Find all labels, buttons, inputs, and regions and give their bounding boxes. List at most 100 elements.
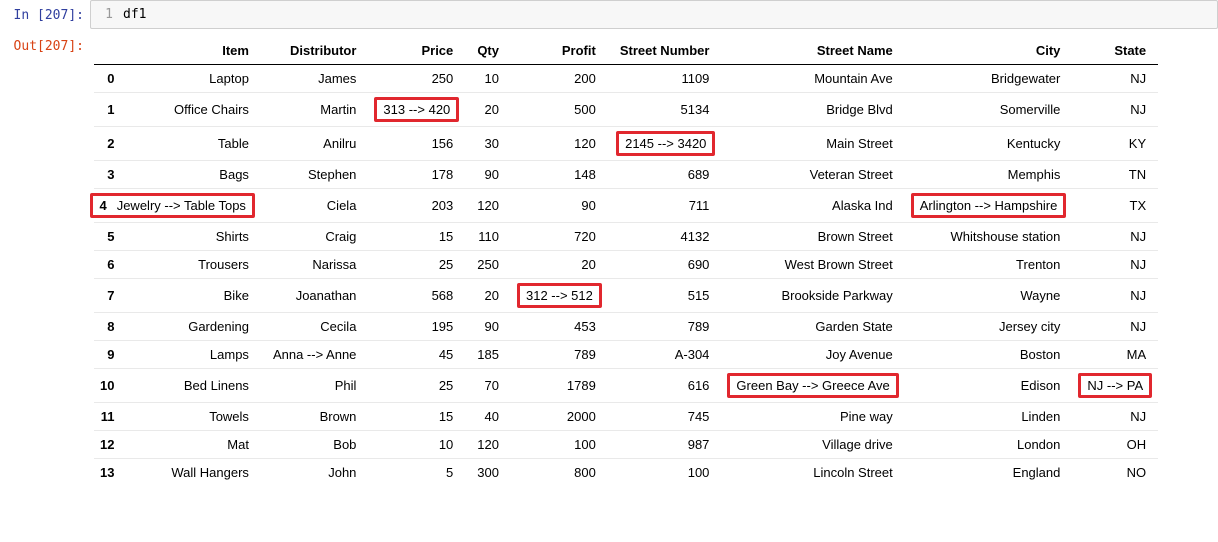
cell-distributor: Anna --> Anne <box>261 341 368 369</box>
cell-city: Kentucky <box>905 127 1073 161</box>
cell-item: Trousers <box>126 251 260 279</box>
cell-profit: 200 <box>511 65 608 93</box>
cell-state: NJ --> PA <box>1072 369 1158 403</box>
dataframe-table: ItemDistributorPriceQtyProfitStreet Numb… <box>94 37 1158 486</box>
cell-item: Laptop <box>126 65 260 93</box>
cell-street-number: 4132 <box>608 223 722 251</box>
cell-state: NJ <box>1072 313 1158 341</box>
col-header: Distributor <box>261 37 368 65</box>
cell-qty: 90 <box>465 161 511 189</box>
cell-state: OH <box>1072 431 1158 459</box>
cell-qty: 70 <box>465 369 511 403</box>
col-header: Street Name <box>721 37 904 65</box>
cell-street-number: 690 <box>608 251 722 279</box>
cell-price: 25 <box>368 369 465 403</box>
cell-price: 15 <box>368 223 465 251</box>
cell-item: 4Jewelry --> Table Tops <box>126 189 260 223</box>
row-index: 13 <box>94 459 126 487</box>
cell-item: Shirts <box>126 223 260 251</box>
code-text[interactable]: df1 <box>123 7 146 22</box>
cell-distributor: Cecila <box>261 313 368 341</box>
col-header: City <box>905 37 1073 65</box>
cell-state: MA <box>1072 341 1158 369</box>
table-head: ItemDistributorPriceQtyProfitStreet Numb… <box>94 37 1158 65</box>
cell-item: Bags <box>126 161 260 189</box>
cell-qty: 10 <box>465 65 511 93</box>
output-row: Out[207]: ItemDistributorPriceQtyProfitS… <box>0 31 1218 486</box>
code-cell[interactable]: 1 df1 <box>90 0 1218 29</box>
cell-qty: 185 <box>465 341 511 369</box>
col-header: Profit <box>511 37 608 65</box>
table-row: 2TableAnilru156301202145 --> 3420Main St… <box>94 127 1158 161</box>
cell-distributor: Brown <box>261 403 368 431</box>
cell-qty: 300 <box>465 459 511 487</box>
cell-item: Gardening <box>126 313 260 341</box>
cell-profit: 90 <box>511 189 608 223</box>
cell-state: NJ <box>1072 65 1158 93</box>
table-row: 3BagsStephen17890148689Veteran StreetMem… <box>94 161 1158 189</box>
cell-profit: 720 <box>511 223 608 251</box>
cell-distributor: Stephen <box>261 161 368 189</box>
cell-street-name: Alaska Ind <box>721 189 904 223</box>
col-header: Qty <box>465 37 511 65</box>
output-area: ItemDistributorPriceQtyProfitStreet Numb… <box>90 31 1218 486</box>
cell-profit: 20 <box>511 251 608 279</box>
table-row: 5ShirtsCraig151107204132Brown StreetWhit… <box>94 223 1158 251</box>
cell-item: Table <box>126 127 260 161</box>
row-index: 11 <box>94 403 126 431</box>
col-header: Price <box>368 37 465 65</box>
cell-street-name: Green Bay --> Greece Ave <box>721 369 904 403</box>
cell-price: 45 <box>368 341 465 369</box>
cell-price: 250 <box>368 65 465 93</box>
out-prompt: Out[207]: <box>0 31 90 62</box>
cell-item: Bed Linens <box>126 369 260 403</box>
cell-qty: 120 <box>465 189 511 223</box>
cell-distributor: Narissa <box>261 251 368 279</box>
row-index: 1 <box>94 93 126 127</box>
cell-state: NJ <box>1072 93 1158 127</box>
cell-city: Wayne <box>905 279 1073 313</box>
cell-state: NJ <box>1072 403 1158 431</box>
cell-profit: 500 <box>511 93 608 127</box>
cell-state: KY <box>1072 127 1158 161</box>
cell-profit: 312 --> 512 <box>511 279 608 313</box>
cell-street-name: Brown Street <box>721 223 904 251</box>
cell-state: TX <box>1072 189 1158 223</box>
table-row: 0LaptopJames250102001109Mountain AveBrid… <box>94 65 1158 93</box>
cell-street-number: 2145 --> 3420 <box>608 127 722 161</box>
row-index: 12 <box>94 431 126 459</box>
cell-street-number: 515 <box>608 279 722 313</box>
cell-qty: 20 <box>465 93 511 127</box>
cell-qty: 20 <box>465 279 511 313</box>
row-index: 3 <box>94 161 126 189</box>
cell-street-number: 711 <box>608 189 722 223</box>
cell-distributor: Anilru <box>261 127 368 161</box>
cell-qty: 120 <box>465 431 511 459</box>
table-row: 11TowelsBrown15402000745Pine wayLindenNJ <box>94 403 1158 431</box>
cell-profit: 2000 <box>511 403 608 431</box>
table-row: 13Wall HangersJohn5300800100Lincoln Stre… <box>94 459 1158 487</box>
cell-item: Wall Hangers <box>126 459 260 487</box>
table-row: 1Office ChairsMartin313 --> 420205005134… <box>94 93 1158 127</box>
col-header: Street Number <box>608 37 722 65</box>
cell-state: TN <box>1072 161 1158 189</box>
cell-city: London <box>905 431 1073 459</box>
row-index: 2 <box>94 127 126 161</box>
cell-profit: 100 <box>511 431 608 459</box>
cell-city: Memphis <box>905 161 1073 189</box>
cell-street-number: 100 <box>608 459 722 487</box>
cell-distributor: Bob <box>261 431 368 459</box>
cell-street-number: 5134 <box>608 93 722 127</box>
cell-street-name: West Brown Street <box>721 251 904 279</box>
cell-city: Jersey city <box>905 313 1073 341</box>
cell-street-name: Mountain Ave <box>721 65 904 93</box>
cell-state: NO <box>1072 459 1158 487</box>
cell-distributor: Ciela <box>261 189 368 223</box>
table-row: 8GardeningCecila19590453789Garden StateJ… <box>94 313 1158 341</box>
row-index: 10 <box>94 369 126 403</box>
table-row: 7BikeJoanathan56820312 --> 512515Brooksi… <box>94 279 1158 313</box>
notebook: In [207]: 1 df1 Out[207]: ItemDistributo… <box>0 0 1218 486</box>
in-prompt: In [207]: <box>0 0 90 31</box>
cell-qty: 110 <box>465 223 511 251</box>
cell-item: Lamps <box>126 341 260 369</box>
